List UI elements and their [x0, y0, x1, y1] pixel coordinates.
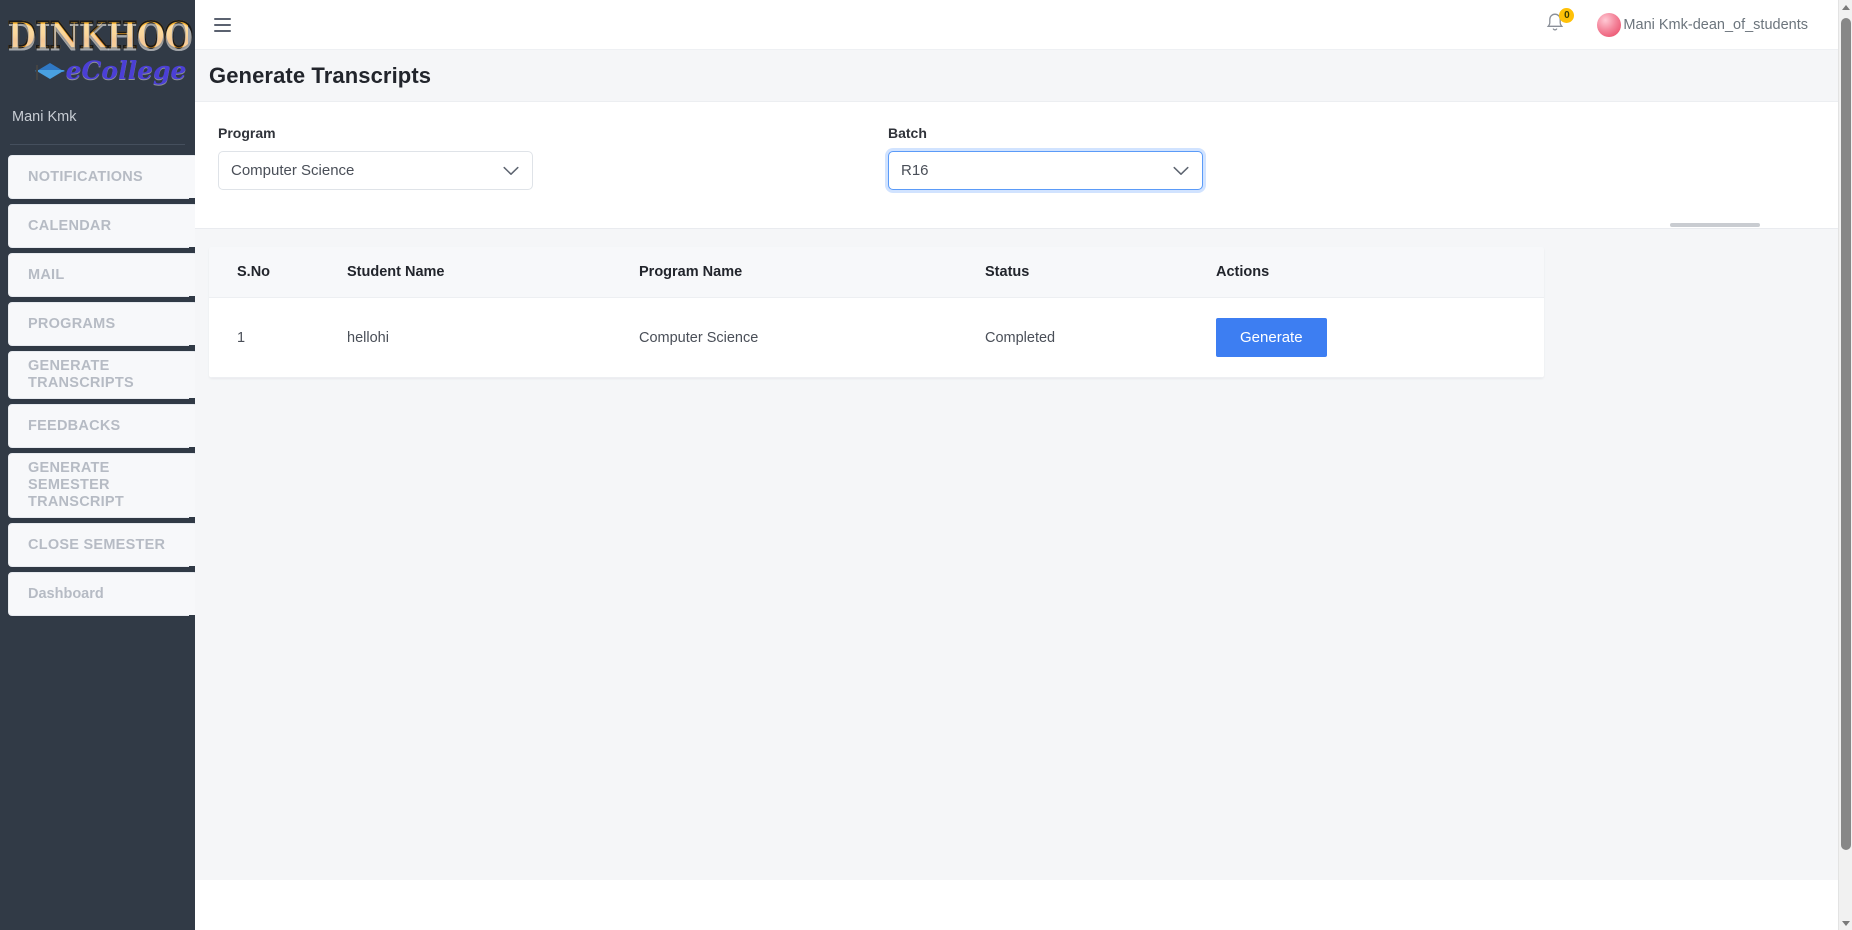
table-head: S.No Student Name Program Name Status Ac…	[209, 247, 1544, 298]
program-field: Program Computer Science	[218, 125, 533, 190]
sidebar-item-label: CLOSE SEMESTER	[28, 536, 166, 553]
page-vertical-scrollbar[interactable]	[1838, 0, 1852, 930]
transcripts-card: S.No Student Name Program Name Status Ac…	[209, 247, 1544, 378]
chevron-down-icon	[503, 166, 519, 175]
scroll-up-arrow-icon[interactable]	[1839, 0, 1852, 14]
sidebar-item-label: PROGRAMS	[28, 315, 116, 332]
column-header-program-name: Program Name	[639, 247, 985, 298]
program-selected-value: Computer Science	[231, 162, 355, 179]
sidebar-item-label: NOTIFICATIONS	[28, 168, 143, 185]
sidebar-item-mail[interactable]: MAIL	[8, 253, 195, 301]
batch-field: Batch R16	[888, 125, 1203, 190]
sidebar-user-name: Mani Kmk	[12, 109, 77, 125]
brand-logo-text: DINKHOO!	[7, 13, 195, 58]
sidebar-item-label: Dashboard	[28, 585, 104, 602]
column-header-sno: S.No	[209, 247, 347, 298]
column-header-status: Status	[985, 247, 1216, 298]
cell-student-name: hellohi	[347, 297, 639, 378]
filters-panel: Program Computer Science Batch R16	[195, 102, 1838, 229]
sidebar-item-close-semester[interactable]: CLOSE SEMESTER	[8, 523, 195, 571]
scrollbar-thumb[interactable]	[1670, 223, 1760, 227]
vertical-scrollbar-thumb[interactable]	[1841, 18, 1851, 850]
page-title: Generate Transcripts	[209, 62, 432, 88]
table-header-row: S.No Student Name Program Name Status Ac…	[209, 247, 1544, 298]
column-header-actions: Actions	[1216, 247, 1544, 298]
main-area: 0 Mani Kmk-dean_of_students Generate Tra…	[195, 0, 1838, 930]
sidebar-item-label: CALENDAR	[28, 217, 112, 234]
cell-status: Completed	[985, 297, 1216, 378]
sidebar-item-generate-transcripts[interactable]: GENERATE TRANSCRIPTS	[8, 351, 195, 403]
sidebar-divider	[10, 144, 185, 145]
page-header: Generate Transcripts	[195, 50, 1838, 102]
app-root: DINKHOO! eCollege Mani Kmk NOTIFICATIONS…	[0, 0, 1852, 930]
sidebar-item-label: FEEDBACKS	[28, 417, 121, 434]
program-label: Program	[218, 125, 276, 141]
sidebar-item-calendar[interactable]: CALENDAR	[8, 204, 195, 252]
cell-actions: Generate	[1216, 297, 1544, 378]
batch-label: Batch	[888, 125, 927, 141]
sidebar-item-dashboard[interactable]: Dashboard	[8, 572, 195, 620]
sidebar-nav: NOTIFICATIONS CALENDAR MAIL PROGRAMS GEN…	[0, 155, 195, 620]
scroll-down-arrow-icon[interactable]	[1839, 916, 1852, 930]
cell-sno: 1	[209, 297, 347, 378]
hamburger-icon[interactable]	[209, 12, 235, 38]
sidebar: DINKHOO! eCollege Mani Kmk NOTIFICATIONS…	[0, 0, 195, 930]
transcripts-table: S.No Student Name Program Name Status Ac…	[209, 247, 1544, 378]
column-header-student-name: Student Name	[347, 247, 639, 298]
filter-row: Program Computer Science Batch R16	[218, 125, 1838, 190]
avatar	[1597, 12, 1622, 37]
sidebar-item-generate-semester-transcript[interactable]: GENERATE SEMESTER TRANSCRIPT	[8, 453, 195, 522]
sidebar-item-programs[interactable]: PROGRAMS	[8, 302, 195, 350]
notifications-button[interactable]: 0	[1545, 7, 1575, 38]
profile-menu[interactable]: Mani Kmk-dean_of_students	[1597, 12, 1808, 37]
brand-logo-block[interactable]: DINKHOO! eCollege	[0, 0, 195, 100]
filters-horizontal-scrollbar[interactable]	[195, 223, 1838, 228]
sidebar-item-label: MAIL	[28, 266, 65, 283]
sidebar-item-label: GENERATE SEMESTER TRANSCRIPT	[28, 460, 124, 510]
sidebar-item-feedbacks[interactable]: FEEDBACKS	[8, 404, 195, 452]
table-row: 1 hellohi Computer Science Completed Gen…	[209, 297, 1544, 378]
program-select[interactable]: Computer Science	[218, 151, 533, 190]
brand-sub-block: eCollege	[8, 54, 188, 88]
brand-sub-text: eCollege	[65, 56, 187, 85]
profile-name: Mani Kmk-dean_of_students	[1623, 16, 1808, 33]
notification-count-badge: 0	[1559, 7, 1575, 23]
batch-select[interactable]: R16	[888, 151, 1203, 190]
content-area: S.No Student Name Program Name Status Ac…	[195, 229, 1838, 929]
sidebar-item-label: GENERATE TRANSCRIPTS	[28, 358, 134, 391]
cell-program-name: Computer Science	[639, 297, 985, 378]
bottom-strip	[195, 880, 1838, 930]
generate-button[interactable]: Generate	[1216, 318, 1327, 357]
top-bar: 0 Mani Kmk-dean_of_students	[195, 0, 1838, 50]
brand-logo: DINKHOO! eCollege	[7, 13, 195, 98]
table-body: 1 hellohi Computer Science Completed Gen…	[209, 297, 1544, 378]
graduation-cap-icon	[34, 61, 65, 81]
batch-selected-value: R16	[901, 162, 929, 179]
sidebar-item-notifications[interactable]: NOTIFICATIONS	[8, 155, 195, 203]
chevron-down-icon	[1173, 166, 1189, 175]
